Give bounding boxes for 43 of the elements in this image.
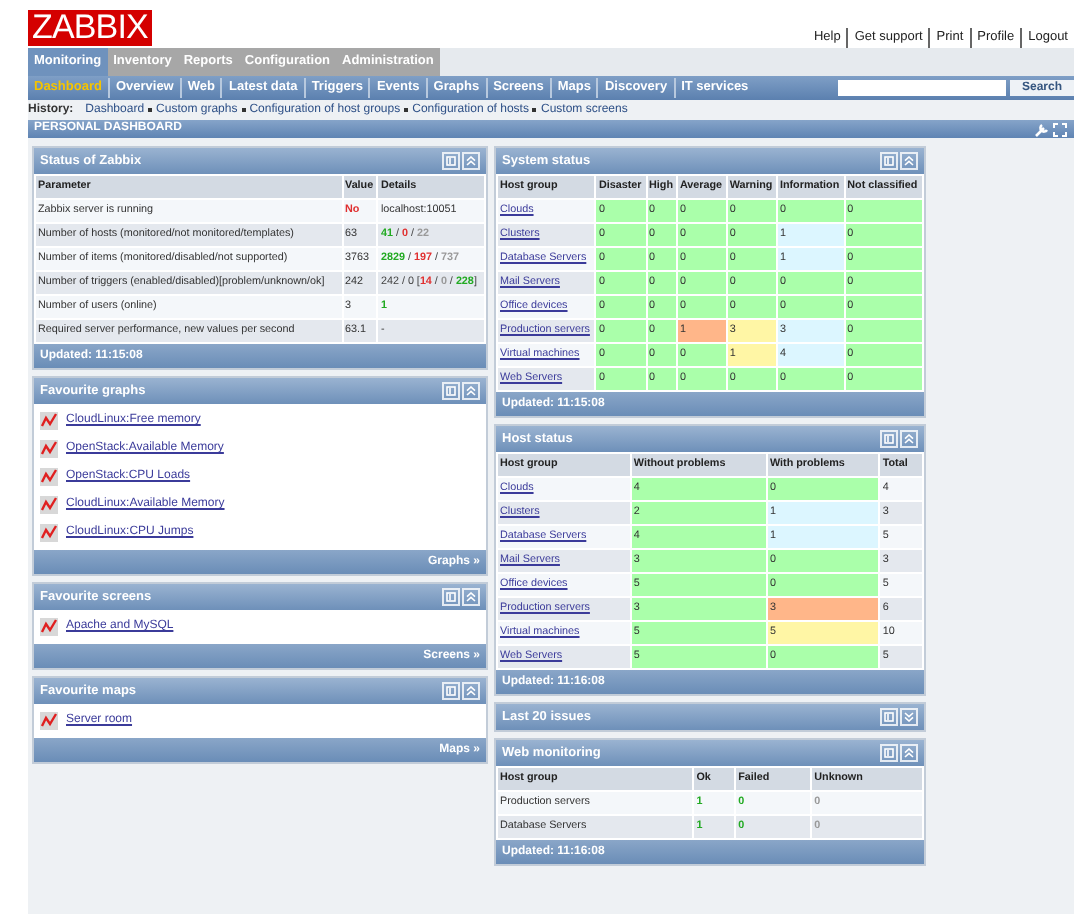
graph-icon [40,412,58,430]
list-icon [884,748,894,758]
wrench-icon[interactable] [1034,121,1050,137]
fullscreen-icon[interactable] [1052,121,1068,137]
collapse-button[interactable] [462,588,480,606]
list-icon [446,686,456,696]
menu-icon-button[interactable] [442,152,460,170]
graph-icon [40,524,58,542]
menu-icon-button[interactable] [442,682,460,700]
list-icon [446,592,456,602]
collapse-button[interactable] [462,382,480,400]
graph-icon [40,712,58,730]
menu-icon-button[interactable] [880,744,898,762]
collapse-button[interactable] [900,152,918,170]
collapse-button[interactable] [462,682,480,700]
graph-icon [40,468,58,486]
double-chevron-up-icon [466,386,476,396]
list-icon [884,712,894,722]
menu-icon-button[interactable] [880,152,898,170]
graph-icon [40,440,58,458]
double-chevron-up-icon [466,156,476,166]
list-icon [446,386,456,396]
double-chevron-up-icon [466,592,476,602]
search-field[interactable] [838,80,1006,96]
menu-icon-button[interactable] [442,382,460,400]
list-icon [884,156,894,166]
menu-icon-button[interactable] [442,588,460,606]
list-icon [884,434,894,444]
logo[interactable]: ZABBIX [28,10,152,46]
collapse-button[interactable] [900,708,918,726]
collapse-button[interactable] [900,430,918,448]
double-chevron-up-icon [904,156,914,166]
collapse-button[interactable] [462,152,480,170]
double-chevron-up-icon [904,748,914,758]
double-chevron-up-icon [904,434,914,444]
collapse-button[interactable] [900,744,918,762]
double-chevron-down-icon [904,712,914,722]
double-chevron-up-icon [466,686,476,696]
graph-icon [40,618,58,636]
list-icon [446,156,456,166]
menu-icon-button[interactable] [880,708,898,726]
menu-icon-button[interactable] [880,430,898,448]
graph-icon [40,496,58,514]
